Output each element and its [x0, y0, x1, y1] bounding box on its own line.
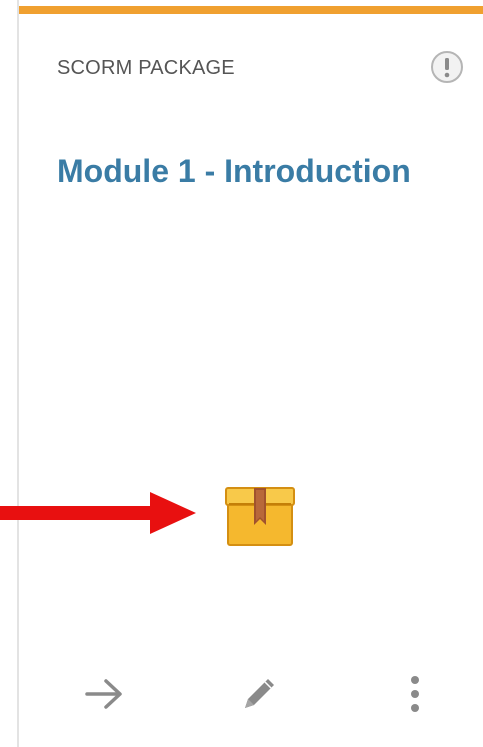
more-actions-button[interactable]: [389, 668, 441, 720]
exclamation-info-icon[interactable]: [429, 49, 465, 85]
scorm-activity-card: SCORM PACKAGE Module 1 - Introduction: [17, 0, 483, 747]
edit-activity-button[interactable]: [233, 668, 285, 720]
package-box-icon: [225, 485, 295, 547]
activity-title-link[interactable]: Module 1 - Introduction: [57, 150, 417, 193]
pencil-icon: [245, 679, 274, 708]
arrow-right-icon: [85, 679, 122, 709]
more-vertical-icon: [411, 676, 419, 712]
red-pointer-arrow: [0, 492, 196, 534]
card-accent-bar: [19, 6, 483, 14]
activity-type-label: SCORM PACKAGE: [57, 57, 235, 79]
open-activity-button[interactable]: [78, 668, 130, 720]
